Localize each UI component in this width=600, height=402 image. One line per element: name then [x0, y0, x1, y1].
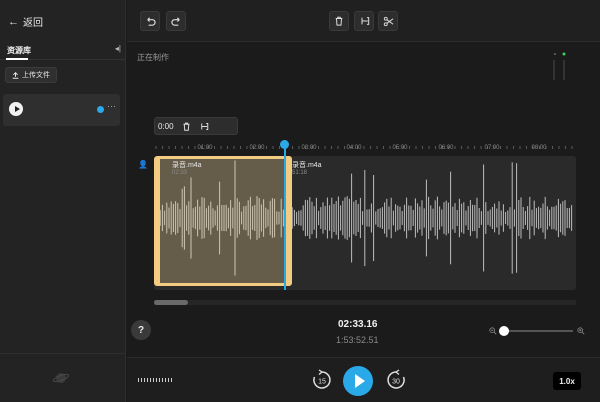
fast-forward-icon: 30: [387, 369, 405, 389]
playhead-handle[interactable]: [280, 140, 289, 149]
tick-label: 02:00: [249, 145, 265, 151]
sidebar: ← 返回 资源库 ◂| 上传文件 ···: [0, 0, 126, 402]
level-meter: [553, 52, 566, 80]
clip-duration: 02:33: [172, 170, 188, 176]
tick-label: 07:00: [484, 145, 500, 151]
rewind-icon: 15: [313, 369, 331, 389]
more-icon[interactable]: ···: [107, 101, 116, 111]
back-label: 返回: [23, 18, 43, 29]
playback-speed-button[interactable]: 1.0x: [553, 372, 581, 390]
planet-logo-icon: [53, 373, 69, 383]
trim-bracket-icon[interactable]: [199, 122, 209, 131]
selection-toolbar: 0:00: [154, 117, 238, 135]
skip-back-button[interactable]: 15: [311, 369, 333, 391]
zoom-in-icon[interactable]: [577, 327, 585, 335]
zoom-thumb[interactable]: [499, 326, 509, 336]
tick-label: 03:00: [301, 145, 317, 151]
clip-duration: 51:18: [292, 170, 308, 176]
trim-bracket-icon: [361, 17, 369, 25]
help-button[interactable]: ?: [131, 320, 151, 340]
clip-name: 录音.m4a: [292, 162, 322, 169]
zoom-out-icon[interactable]: [489, 327, 497, 335]
zoom-slider[interactable]: [489, 324, 587, 338]
selection-time: 0:00: [158, 121, 174, 131]
tick-label: 04:00: [346, 145, 362, 151]
upload-file-button[interactable]: 上传文件: [5, 67, 57, 83]
asset-item[interactable]: ···: [3, 94, 120, 126]
arrow-left-icon: ←: [8, 15, 19, 28]
trash-icon[interactable]: [182, 122, 191, 131]
scissors-icon: [383, 16, 393, 26]
tick-label: 05:00: [392, 145, 408, 151]
skip-forward-button[interactable]: 30: [385, 369, 407, 391]
status-dot: [97, 106, 104, 113]
split-button[interactable]: [378, 11, 398, 31]
play-button[interactable]: [343, 366, 373, 396]
play-icon[interactable]: [9, 102, 23, 116]
library-header: 资源库 ◂|: [0, 40, 126, 60]
undo-icon: [146, 16, 156, 26]
trim-button[interactable]: [354, 11, 374, 31]
tab-underline: [6, 58, 28, 60]
track-user-icon: 👤: [138, 160, 148, 169]
tick-label: 06:00: [438, 145, 454, 151]
collapse-panel-icon[interactable]: ◂|: [115, 44, 121, 53]
trash-icon: [335, 16, 343, 26]
audio-track[interactable]: 录音.m4a 02:33 录音.m4a 51:18: [154, 156, 576, 290]
horizontal-scrollbar[interactable]: [154, 300, 576, 305]
audio-level-dots: [138, 378, 174, 382]
current-time: 02:33.16: [338, 319, 378, 330]
skip-forward-seconds: 30: [392, 379, 400, 386]
redo-icon: [170, 16, 180, 26]
tick-label: 08:00: [531, 145, 547, 151]
total-time: 1:53:52.51: [336, 335, 379, 345]
clip-name: 录音.m4a: [172, 162, 202, 169]
undo-button[interactable]: [140, 11, 160, 31]
upload-label: 上传文件: [22, 72, 50, 79]
skip-back-seconds: 15: [318, 379, 326, 386]
status-text: 正在制作: [137, 53, 169, 62]
playhead[interactable]: [284, 140, 286, 290]
delete-button[interactable]: [329, 11, 349, 31]
back-button[interactable]: ← 返回: [8, 14, 43, 30]
scrollbar-thumb[interactable]: [154, 300, 188, 305]
zoom-track[interactable]: [503, 330, 573, 332]
sidebar-divider: [0, 353, 126, 354]
tick-label: 01:00: [197, 145, 213, 151]
library-tab[interactable]: 资源库: [7, 45, 31, 56]
redo-button[interactable]: [166, 11, 186, 31]
upload-icon: [12, 71, 19, 79]
